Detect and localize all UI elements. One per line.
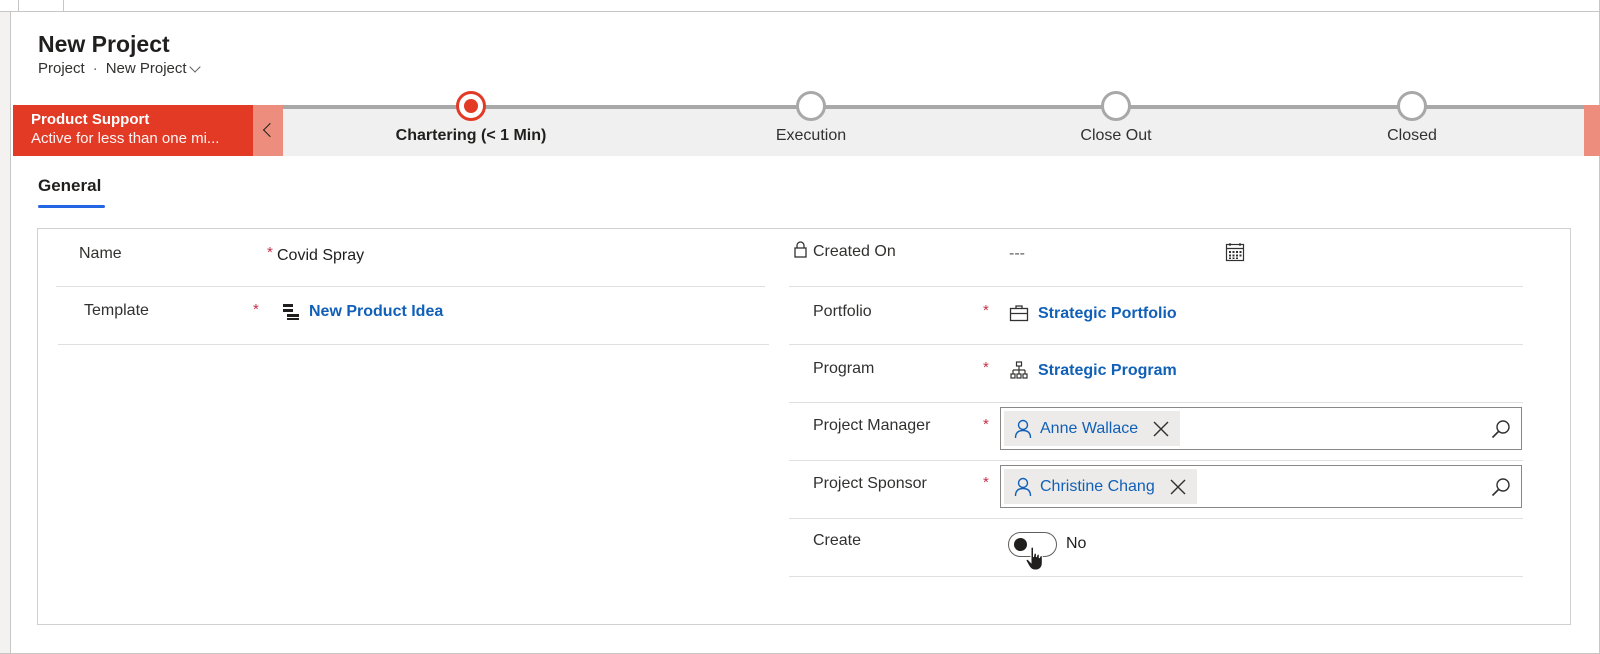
- field-label: Created On: [813, 243, 896, 260]
- remove-icon[interactable]: [1152, 420, 1170, 438]
- stage-label: Chartering (< 1 Min): [395, 127, 547, 144]
- lookup-tag[interactable]: Anne Wallace: [1004, 411, 1181, 446]
- lock-icon: [794, 241, 807, 258]
- chevron-down-icon: [188, 60, 201, 73]
- form-header: New Project Project · New Project: [38, 30, 201, 77]
- stage-label: Execution: [775, 127, 847, 144]
- field-row-project-manager: Project Manager * Anne Wallace: [789, 403, 1523, 461]
- name-field[interactable]: Covid Spray: [277, 247, 364, 265]
- stage-indicator-icon: [1397, 91, 1427, 121]
- lookup-tag[interactable]: Christine Chang: [1004, 469, 1197, 504]
- next-stage-button[interactable]: [1584, 105, 1600, 156]
- required-marker: *: [253, 301, 259, 318]
- field-row-template: Template * New Product Idea: [58, 287, 769, 345]
- search-icon[interactable]: [1491, 477, 1511, 497]
- window-top-bar: [0, 0, 1600, 12]
- field-label: Template: [84, 302, 149, 319]
- active-process-flag[interactable]: Product Support Active for less than one…: [13, 105, 253, 156]
- previous-stage-button[interactable]: [253, 105, 283, 156]
- search-icon[interactable]: [1491, 419, 1511, 439]
- field-label: Project Sponsor: [813, 475, 927, 492]
- field-label: Name: [79, 245, 122, 262]
- page-title: New Project: [38, 31, 170, 57]
- field-row-create: Create No: [789, 519, 1523, 577]
- template-icon: [283, 304, 299, 320]
- hierarchy-icon: [1010, 361, 1028, 379]
- breadcrumb: Project · New Project: [38, 60, 201, 77]
- required-marker: *: [983, 302, 989, 319]
- person-icon: [1014, 477, 1032, 496]
- field-row-name: Name * Covid Spray: [56, 229, 765, 287]
- required-marker: *: [983, 474, 989, 491]
- stage-active-indicator-icon: [456, 91, 486, 121]
- project-sponsor-lookup[interactable]: Christine Chang: [1000, 465, 1522, 508]
- lookup-tag-label[interactable]: Christine Chang: [1040, 478, 1155, 496]
- field-label: Create: [813, 532, 862, 549]
- field-label: Program: [813, 360, 875, 377]
- field-row-project-sponsor: Project Sponsor * Christine Chang: [789, 461, 1523, 519]
- calendar-icon[interactable]: [1225, 242, 1245, 262]
- lookup-tag-label[interactable]: Anne Wallace: [1040, 420, 1138, 438]
- program-lookup-link[interactable]: Strategic Program: [1038, 362, 1177, 380]
- field-label: Portfolio: [813, 303, 872, 320]
- hand-cursor-icon: [1025, 546, 1043, 571]
- breadcrumb-separator: ·: [92, 60, 98, 77]
- required-marker: *: [983, 359, 989, 376]
- template-lookup-link[interactable]: New Product Idea: [309, 303, 443, 321]
- field-label: Project Manager: [813, 417, 931, 434]
- form-selector[interactable]: New Project: [105, 60, 201, 77]
- field-row-portfolio: Portfolio * Strategic Portfolio: [789, 287, 1523, 345]
- stage-indicator-icon: [1101, 91, 1131, 121]
- left-scrollbar[interactable]: [0, 12, 11, 654]
- form-selector-label: New Project: [105, 60, 187, 77]
- business-process-flow: Product Support Active for less than one…: [13, 91, 1600, 156]
- field-row-created-on: Created On ---: [789, 229, 1523, 287]
- project-manager-lookup[interactable]: Anne Wallace: [1000, 407, 1522, 450]
- stage-label: Closed: [1387, 127, 1437, 144]
- remove-icon[interactable]: [1169, 478, 1187, 496]
- toggle-state-label: No: [1066, 535, 1087, 552]
- required-marker: *: [983, 416, 989, 433]
- tab-selected-indicator: [38, 205, 105, 208]
- general-section: Name * Covid Spray Template * New Produc…: [37, 228, 1571, 625]
- window-tab: [18, 0, 64, 12]
- required-marker: *: [267, 244, 273, 261]
- process-duration: Active for less than one mi...: [31, 130, 220, 147]
- field-row-program: Program * Strategic Program: [789, 345, 1523, 403]
- stage-label: Close Out: [1080, 127, 1152, 144]
- process-name: Product Support: [31, 111, 150, 128]
- portfolio-lookup-link[interactable]: Strategic Portfolio: [1038, 305, 1177, 323]
- stage-indicator-icon: [796, 91, 826, 121]
- created-on-field: ---: [1009, 245, 1025, 262]
- person-icon: [1014, 419, 1032, 438]
- breadcrumb-entity: Project: [38, 60, 85, 77]
- briefcase-icon: [1009, 305, 1029, 322]
- tab-general[interactable]: General: [38, 176, 101, 204]
